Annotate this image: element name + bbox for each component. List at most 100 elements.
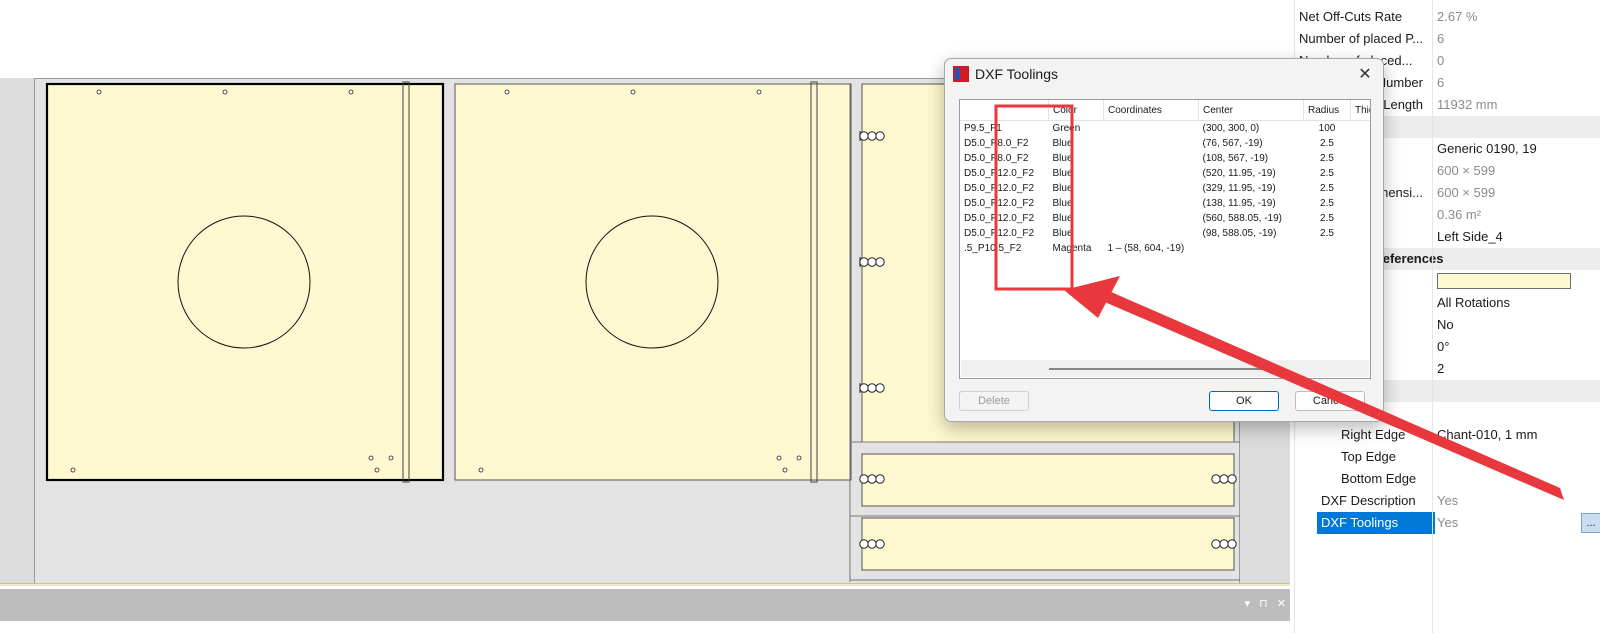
property-value[interactable]: 600 × 599 xyxy=(1437,160,1600,182)
ok-button[interactable]: OK xyxy=(1209,391,1279,411)
property-name: DXF Description xyxy=(1321,493,1416,508)
property-value[interactable]: 6 xyxy=(1437,28,1600,50)
table-cell-name: D5.0_P8.0_F2 xyxy=(964,153,1029,164)
property-row[interactable]: Right Edge Chant-010, 1 mm xyxy=(1295,424,1600,446)
property-row[interactable]: Net Off-Cuts Rate 2.67 % xyxy=(1295,6,1600,28)
column-header[interactable]: Color xyxy=(1048,100,1104,121)
table-cell-center xyxy=(1199,241,1304,256)
panel-4 xyxy=(861,453,1235,507)
table-row[interactable]: P9.5_F1 Green (300, 300, 0) 100 -9 xyxy=(960,121,1370,137)
property-name: Top Edge xyxy=(1341,449,1396,464)
table-cell-color: Green xyxy=(1052,123,1081,134)
panel-1-hole xyxy=(374,467,380,473)
table-cell-coords xyxy=(1104,226,1199,241)
panel-menu-icon[interactable]: ▾ xyxy=(1245,598,1251,610)
panel-2-hole xyxy=(782,467,788,473)
dialog-title-bar[interactable]: DXF Toolings ✕ xyxy=(945,59,1383,91)
table-cell-radius: 2.5 xyxy=(1320,228,1334,239)
column-header[interactable] xyxy=(960,100,1049,121)
table-row[interactable]: D5.0_P8.0_F2 Blue (76, 567, -19) 2.5 xyxy=(960,136,1371,151)
property-name: DXF Toolings xyxy=(1317,512,1435,534)
panel-2-hole xyxy=(756,89,762,95)
table-cell-thickness xyxy=(1351,136,1371,151)
table-cell-center: (300, 300, 0) xyxy=(1202,123,1260,134)
property-value[interactable]: No xyxy=(1437,314,1600,336)
panel-1-hole xyxy=(70,467,76,473)
column-header[interactable]: Thickne xyxy=(1350,100,1370,121)
table-cell-coords xyxy=(1104,166,1199,181)
close-icon[interactable]: ✕ xyxy=(1353,64,1377,86)
property-grid-divider[interactable] xyxy=(1432,0,1433,633)
panel-2-hole xyxy=(776,455,782,461)
close-icon[interactable]: ✕ xyxy=(1277,598,1286,610)
property-value[interactable]: 0 xyxy=(1437,50,1600,72)
table-cell-coords xyxy=(1104,151,1199,166)
panel-2 xyxy=(454,83,852,481)
table-cell-color: Blue xyxy=(1052,168,1073,179)
color-swatch[interactable] xyxy=(1437,273,1571,289)
property-value[interactable]: All Rotations xyxy=(1437,292,1600,314)
property-value[interactable]: 0° xyxy=(1437,336,1600,358)
property-value[interactable]: 6 xyxy=(1437,72,1600,94)
property-row[interactable]: DXF Toolings Yes... xyxy=(1295,512,1600,534)
column-header[interactable]: Coordinates xyxy=(1103,100,1199,121)
table-cell-radius: 2.5 xyxy=(1320,138,1334,149)
column-header[interactable]: Radius xyxy=(1303,100,1351,121)
table-cell-coords xyxy=(1104,121,1199,137)
property-value[interactable]: 2.67 % xyxy=(1437,6,1600,28)
property-value[interactable]: 2 xyxy=(1437,358,1600,380)
table-row[interactable]: D5.0_P8.0_F2 Blue (108, 567, -19) 2.5 xyxy=(960,151,1371,166)
table-cell-thickness: - xyxy=(1351,166,1371,181)
table-cell-radius xyxy=(1304,241,1351,256)
table-cell-center: (520, 11.95, -19) xyxy=(1202,168,1276,179)
app-logo-icon xyxy=(953,66,969,82)
ellipsis-button[interactable]: ... xyxy=(1581,513,1600,533)
table-row[interactable]: D5.0_P12.0_F2 Blue (560, 588.05, -19) 2.5 - xyxy=(960,211,1370,226)
property-name: Bottom Edge xyxy=(1341,471,1417,486)
property-row[interactable]: Number of placed P... 6 xyxy=(1295,28,1600,50)
table-cell-name: D5.0_P12.0_F2 xyxy=(964,183,1035,194)
toolings-list[interactable]: ColorCoordinatesCenterRadiusThickne P9.5… xyxy=(959,99,1371,379)
table-cell-radius: 2.5 xyxy=(1320,183,1334,194)
delete-button[interactable]: Delete xyxy=(959,391,1029,411)
board-edge-strip xyxy=(0,583,1290,586)
table-cell-thickness: - xyxy=(1351,196,1371,211)
scrollbar-thumb[interactable] xyxy=(1049,368,1285,370)
column-header[interactable]: Center xyxy=(1198,100,1304,121)
table-cell-name: D5.0_P12.0_F2 xyxy=(964,228,1035,239)
property-row[interactable]: Top Edge xyxy=(1295,446,1600,468)
table-row[interactable]: D5.0_P12.0_F2 Blue (520, 11.95, -19) 2.5 - xyxy=(960,166,1371,181)
table-cell-color: Blue xyxy=(1052,213,1073,224)
horizontal-scrollbar[interactable] xyxy=(961,360,1369,377)
table-row[interactable]: D5.0_P12.0_F2 Blue (329, 11.95, -19) 2.5 - xyxy=(960,181,1370,196)
property-row[interactable]: Bottom Edge xyxy=(1295,468,1600,490)
table-cell-color: Blue xyxy=(1052,228,1073,239)
property-value[interactable]: Yes xyxy=(1437,490,1600,512)
table-row[interactable]: D5.0_P12.0_F2 Blue (138, 11.95, -19) 2.5 - xyxy=(960,196,1371,211)
pin-icon[interactable]: ⊓ xyxy=(1259,598,1268,610)
dialog-title: DXF Toolings xyxy=(975,66,1059,82)
table-cell-coords xyxy=(1104,181,1199,196)
panel-1-hole xyxy=(96,89,102,95)
table-cell-center: (138, 11.95, -19) xyxy=(1202,198,1276,209)
property-value[interactable]: Left Side_4 xyxy=(1437,226,1600,248)
cancel-button[interactable]: Cancel xyxy=(1295,391,1365,411)
panel-2-hole xyxy=(478,467,484,473)
property-value[interactable]: 11932 mm xyxy=(1437,94,1600,116)
table-cell-color: Blue xyxy=(1052,198,1073,209)
table-row[interactable]: D5.0_P12.0_F2 Blue (98, 588.05, -19) 2.5 - xyxy=(960,226,1371,241)
property-value[interactable]: Generic 0190, 19 xyxy=(1437,138,1600,160)
table-cell-name: D5.0_P12.0_F2 xyxy=(964,198,1035,209)
table-cell-thickness: - xyxy=(1351,226,1371,241)
panel-5 xyxy=(861,517,1235,571)
property-value[interactable]: Chant-010, 1 mm xyxy=(1437,424,1600,446)
property-value[interactable]: Yes xyxy=(1437,512,1600,534)
panel-2-hole xyxy=(504,89,510,95)
table-cell-thickness xyxy=(1351,151,1371,166)
table-cell-coords xyxy=(1104,211,1199,226)
property-row[interactable]: DXF Description Yes xyxy=(1295,490,1600,512)
property-value[interactable]: 0.36 m² xyxy=(1437,204,1600,226)
table-row[interactable]: .5_P10.5_F2 Magenta 1 – (58, 604, -19) -10 xyxy=(960,241,1370,256)
panel-1 xyxy=(45,82,445,482)
property-value[interactable]: 600 × 599 xyxy=(1437,182,1600,204)
